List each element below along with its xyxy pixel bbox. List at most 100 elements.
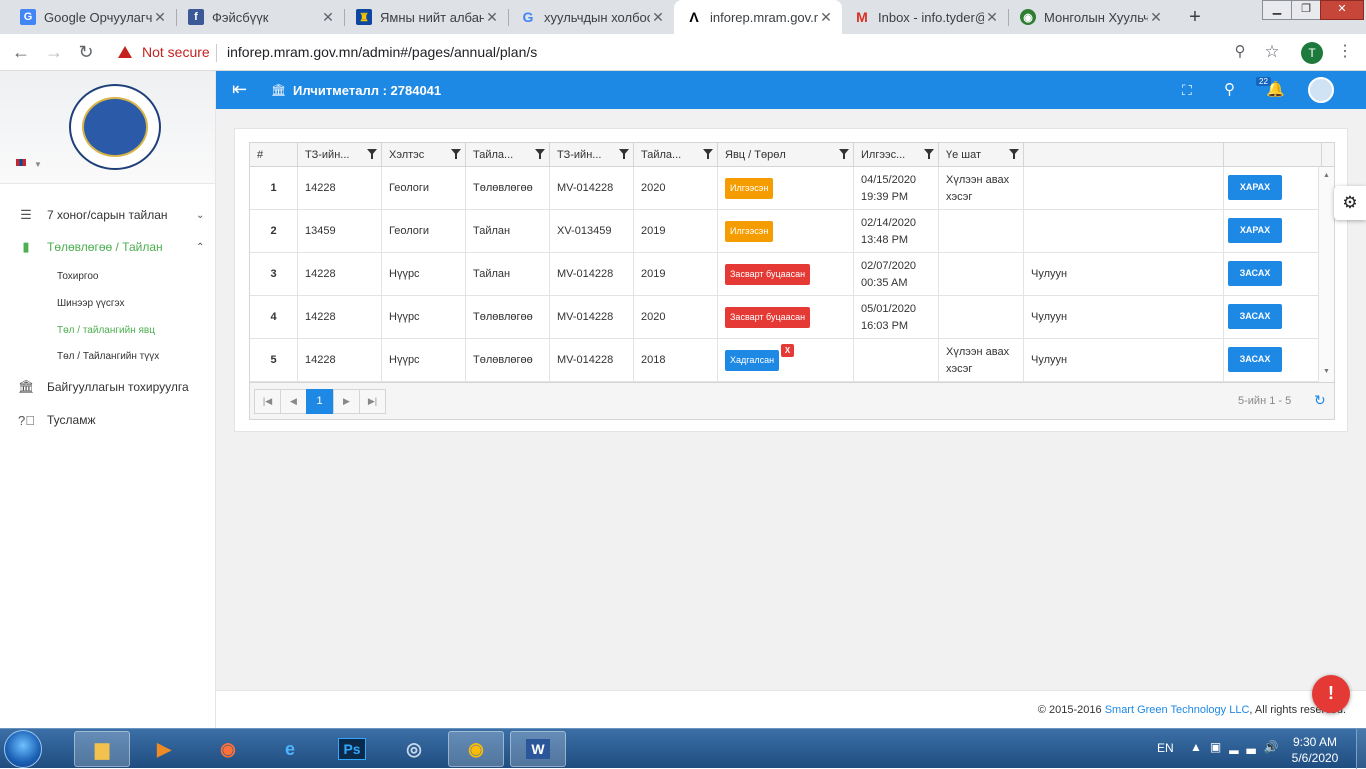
bookmark-star-icon[interactable]: ☆ <box>1260 41 1284 65</box>
clock[interactable]: 9:30 AM 5/6/2020 <box>1285 734 1345 766</box>
scroll-down-icon[interactable]: ▼ <box>1323 368 1330 375</box>
filter-icon[interactable] <box>367 149 377 159</box>
search-icon[interactable]: ⚲ <box>1224 80 1235 98</box>
profile-avatar[interactable]: T <box>1301 42 1323 64</box>
window-close-button[interactable]: ✕ <box>1320 0 1364 20</box>
cell-tz-code: MV-014228 <box>550 296 634 339</box>
start-button[interactable] <box>4 730 42 768</box>
filter-icon[interactable] <box>1009 149 1019 159</box>
user-avatar[interactable] <box>1308 77 1334 103</box>
internet-explorer-icon[interactable]: e <box>262 731 318 767</box>
chrome-icon[interactable]: ◉ <box>448 731 504 767</box>
new-tab-button[interactable]: + <box>1183 6 1207 30</box>
sidebar-item-plan-report[interactable]: ▮ Төлөвлөгөө / Тайлан ⌃ <box>0 236 216 258</box>
alert-icon[interactable]: ! <box>1312 675 1350 713</box>
next-page-icon[interactable]: ▶ <box>333 389 360 414</box>
restore-button[interactable]: ❐ <box>1291 0 1321 20</box>
file-explorer-icon[interactable]: ▆ <box>74 731 130 767</box>
cell-tz-code: MV-014228 <box>550 167 634 210</box>
browser-tab-gmail[interactable]: M Inbox - info.tyder@ ✕ <box>842 0 1008 34</box>
chrome-canary-icon[interactable]: ◎ <box>386 731 442 767</box>
page-number-button[interactable]: 1 <box>306 389 333 414</box>
zoom-icon[interactable]: ⚲ <box>1228 41 1252 65</box>
sidebar-subitem-progress[interactable]: Төл / тайлангийн явц <box>57 325 155 336</box>
refresh-icon[interactable]: ↻ <box>1314 392 1326 409</box>
sidebar-item-organization-settings[interactable]: 🏛 Байгууллагын тохируулга <box>0 376 216 398</box>
column-header-stage[interactable]: Үе шат <box>939 143 1024 167</box>
column-header-sent-date[interactable]: Илгээс... <box>854 143 939 167</box>
browser-tab-lawyers[interactable]: ◉ Монголын Хуульч ✕ <box>1008 0 1172 34</box>
column-header-department[interactable]: Хэлтэс <box>382 143 466 167</box>
table-row: 4 14228 Нүүрс Төлөвлөгөө MV-014228 2020 … <box>250 296 1318 339</box>
close-icon[interactable]: ✕ <box>152 9 168 26</box>
tab-title: Google Орчуулагч <box>44 9 152 25</box>
bell-icon[interactable]: 🔔 <box>1266 80 1285 98</box>
edit-button[interactable]: ЗАСАХ <box>1228 347 1282 372</box>
cell-year: 2019 <box>634 253 718 296</box>
column-header-status[interactable]: Явц / Төрөл <box>718 143 854 167</box>
edit-button[interactable]: ЗАСАХ <box>1228 304 1282 329</box>
browser-tab-inforep[interactable]: Λ inforep.mram.gov.m ✕ <box>674 0 842 34</box>
table-row: 3 14228 Нүүрс Тайлан MV-014228 2019 Засв… <box>250 253 1318 296</box>
sidebar-subitem-history[interactable]: Төл / Тайлангийн түүх <box>57 351 159 362</box>
chevron-down-icon[interactable]: ▼ <box>34 160 42 169</box>
close-icon[interactable]: ✕ <box>650 9 666 26</box>
sidebar-item-help[interactable]: ?⃝ Тусламж <box>0 409 216 431</box>
back-arrow-icon[interactable]: ⇤ <box>232 79 247 100</box>
security-indicator[interactable]: Not secure <box>118 44 210 60</box>
filter-icon[interactable] <box>839 149 849 159</box>
column-header-report-type[interactable]: Тайла... <box>466 143 550 167</box>
reload-icon[interactable]: ↻ <box>74 41 98 65</box>
browser-tab-facebook[interactable]: f Фэйсбүүк ✕ <box>176 0 344 34</box>
browser-menu-icon[interactable]: ⋮ <box>1333 41 1357 65</box>
fullscreen-icon[interactable]: ⛶ <box>1182 82 1192 99</box>
media-player-icon[interactable]: ▶ <box>136 731 192 767</box>
sidebar-subitem-settings[interactable]: Тохиргоо <box>57 271 98 282</box>
minimize-button[interactable]: ▁ <box>1262 0 1292 20</box>
close-icon[interactable]: ✕ <box>984 9 1000 26</box>
gear-icon[interactable]: ⚙ <box>1334 186 1366 220</box>
view-button[interactable]: ХАРАХ <box>1228 175 1282 200</box>
bank-icon: 🏛 <box>271 83 287 97</box>
url-field[interactable]: inforep.mram.gov.mn/admin#/pages/annual/… <box>227 44 537 60</box>
delete-button[interactable]: X <box>781 344 794 357</box>
browser-tab-google-translate[interactable]: G Google Орчуулагч ✕ <box>8 0 176 34</box>
browser-tab-yam[interactable]: ♜ Ямны нийт албан ✕ <box>344 0 508 34</box>
column-header-tz-code[interactable]: ТЗ-ийн... <box>550 143 634 167</box>
tray-icons[interactable]: ▲▣▂▃🔊 <box>1190 740 1287 754</box>
filter-icon[interactable] <box>619 149 629 159</box>
chart-icon: ▮ <box>22 239 30 254</box>
first-page-icon[interactable]: |◀ <box>254 389 281 414</box>
grid-header: # ТЗ-ийн... Хэлтэс Тайла... ТЗ-ийн... Та… <box>250 143 1334 167</box>
status-badge: Засварт буцаасан <box>725 307 811 328</box>
filter-icon[interactable] <box>924 149 934 159</box>
prev-page-icon[interactable]: ◀ <box>280 389 307 414</box>
edit-button[interactable]: ЗАСАХ <box>1228 261 1282 286</box>
last-page-icon[interactable]: ▶| <box>359 389 386 414</box>
vertical-scrollbar[interactable]: ▲ ▼ <box>1318 167 1334 382</box>
filter-icon[interactable] <box>451 149 461 159</box>
mongolia-flag-icon[interactable] <box>16 159 26 166</box>
close-icon[interactable]: ✕ <box>818 9 834 26</box>
language-indicator[interactable]: EN <box>1157 741 1174 755</box>
column-header-report-year[interactable]: Тайла... <box>634 143 718 167</box>
forward-arrow-icon[interactable]: → <box>42 41 66 65</box>
browser-tab-google-search[interactable]: G хуульчдын холбоо ✕ <box>508 0 674 34</box>
back-arrow-icon[interactable]: ← <box>9 41 33 65</box>
photoshop-icon[interactable]: Ps <box>324 731 380 767</box>
scroll-up-icon[interactable]: ▲ <box>1323 172 1330 179</box>
column-header-tz-number[interactable]: ТЗ-ийн... <box>298 143 382 167</box>
company-link[interactable]: Smart Green Technology LLC <box>1105 704 1250 716</box>
sidebar-subitem-create-new[interactable]: Шинээр үүсгэх <box>57 298 124 309</box>
firefox-icon[interactable]: ◉ <box>200 731 256 767</box>
sidebar-item-weekly-report[interactable]: ☰ 7 хоног/сарын тайлан ⌄ <box>0 204 216 226</box>
filter-icon[interactable] <box>535 149 545 159</box>
show-desktop-button[interactable] <box>1356 729 1366 769</box>
close-icon[interactable]: ✕ <box>484 9 500 26</box>
close-icon[interactable]: ✕ <box>1148 9 1164 26</box>
cell-report-type: Төлөвлөгөө <box>466 167 550 210</box>
view-button[interactable]: ХАРАХ <box>1228 218 1282 243</box>
word-icon[interactable]: W <box>510 731 566 767</box>
close-icon[interactable]: ✕ <box>320 9 336 26</box>
filter-icon[interactable] <box>703 149 713 159</box>
